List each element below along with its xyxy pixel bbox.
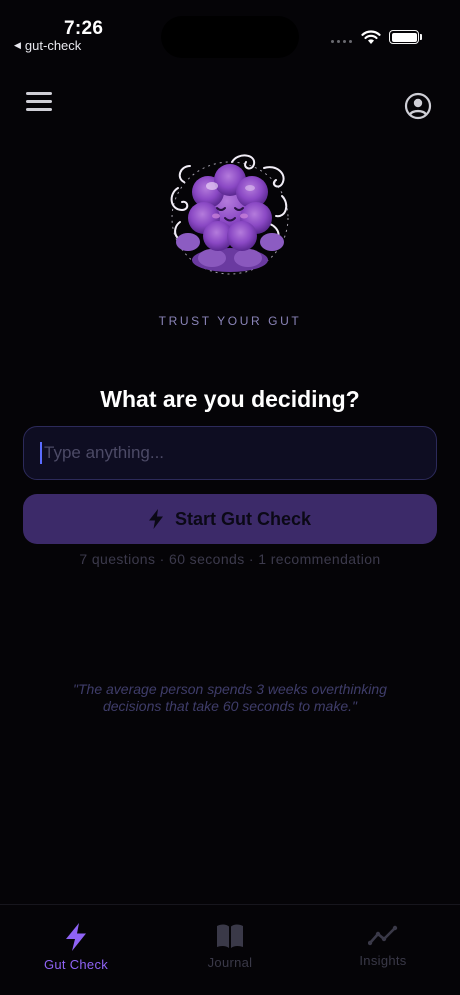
tab-label: Gut Check (43, 957, 109, 972)
text-caret (40, 442, 42, 464)
user-profile-icon[interactable] (404, 92, 432, 120)
cellular-signal-icon (331, 40, 352, 43)
gut-check-home-screen: 7:26 ◀ gut-check TRUST YOUR GUT What are… (0, 0, 460, 995)
status-time: 7:26 (64, 18, 104, 39)
open-book-icon (217, 924, 243, 948)
battery-tip (420, 34, 422, 40)
back-to-app-link[interactable]: ◀ gut-check (14, 38, 81, 53)
status-bar: 7:26 ◀ gut-check (0, 0, 460, 62)
motivational-quote: "The average person spends 3 weeks overt… (73, 681, 387, 714)
meditating-blob-mascot (170, 154, 289, 275)
check-meta-info: 7 questions · 60 seconds · 1 recommendat… (79, 551, 381, 567)
decision-input-container[interactable] (23, 426, 437, 480)
trend-line-icon (368, 925, 398, 946)
tab-label: Journal (207, 955, 253, 970)
lightning-bolt-icon (66, 923, 86, 951)
battery-icon (389, 30, 419, 44)
tagline: TRUST YOUR GUT (158, 314, 302, 328)
bottom-tab-bar: Gut Check Journal Insights (0, 904, 460, 995)
wifi-icon (361, 30, 381, 44)
tab-journal[interactable]: Journal (175, 923, 285, 970)
lightning-bolt-icon (148, 509, 163, 529)
start-button-label: Start Gut Check (174, 508, 312, 529)
page-heading: What are you deciding? (100, 386, 360, 412)
hamburger-menu-icon[interactable] (26, 92, 56, 118)
tab-gut-check[interactable]: Gut Check (21, 923, 131, 972)
decision-input[interactable] (44, 443, 414, 463)
back-triangle-icon: ◀ (14, 40, 21, 50)
dynamic-island (161, 16, 299, 58)
tab-insights[interactable]: Insights (328, 923, 438, 968)
start-gut-check-button[interactable]: Start Gut Check (23, 494, 437, 544)
back-app-label: gut-check (24, 38, 82, 53)
tab-label: Insights (359, 953, 407, 968)
